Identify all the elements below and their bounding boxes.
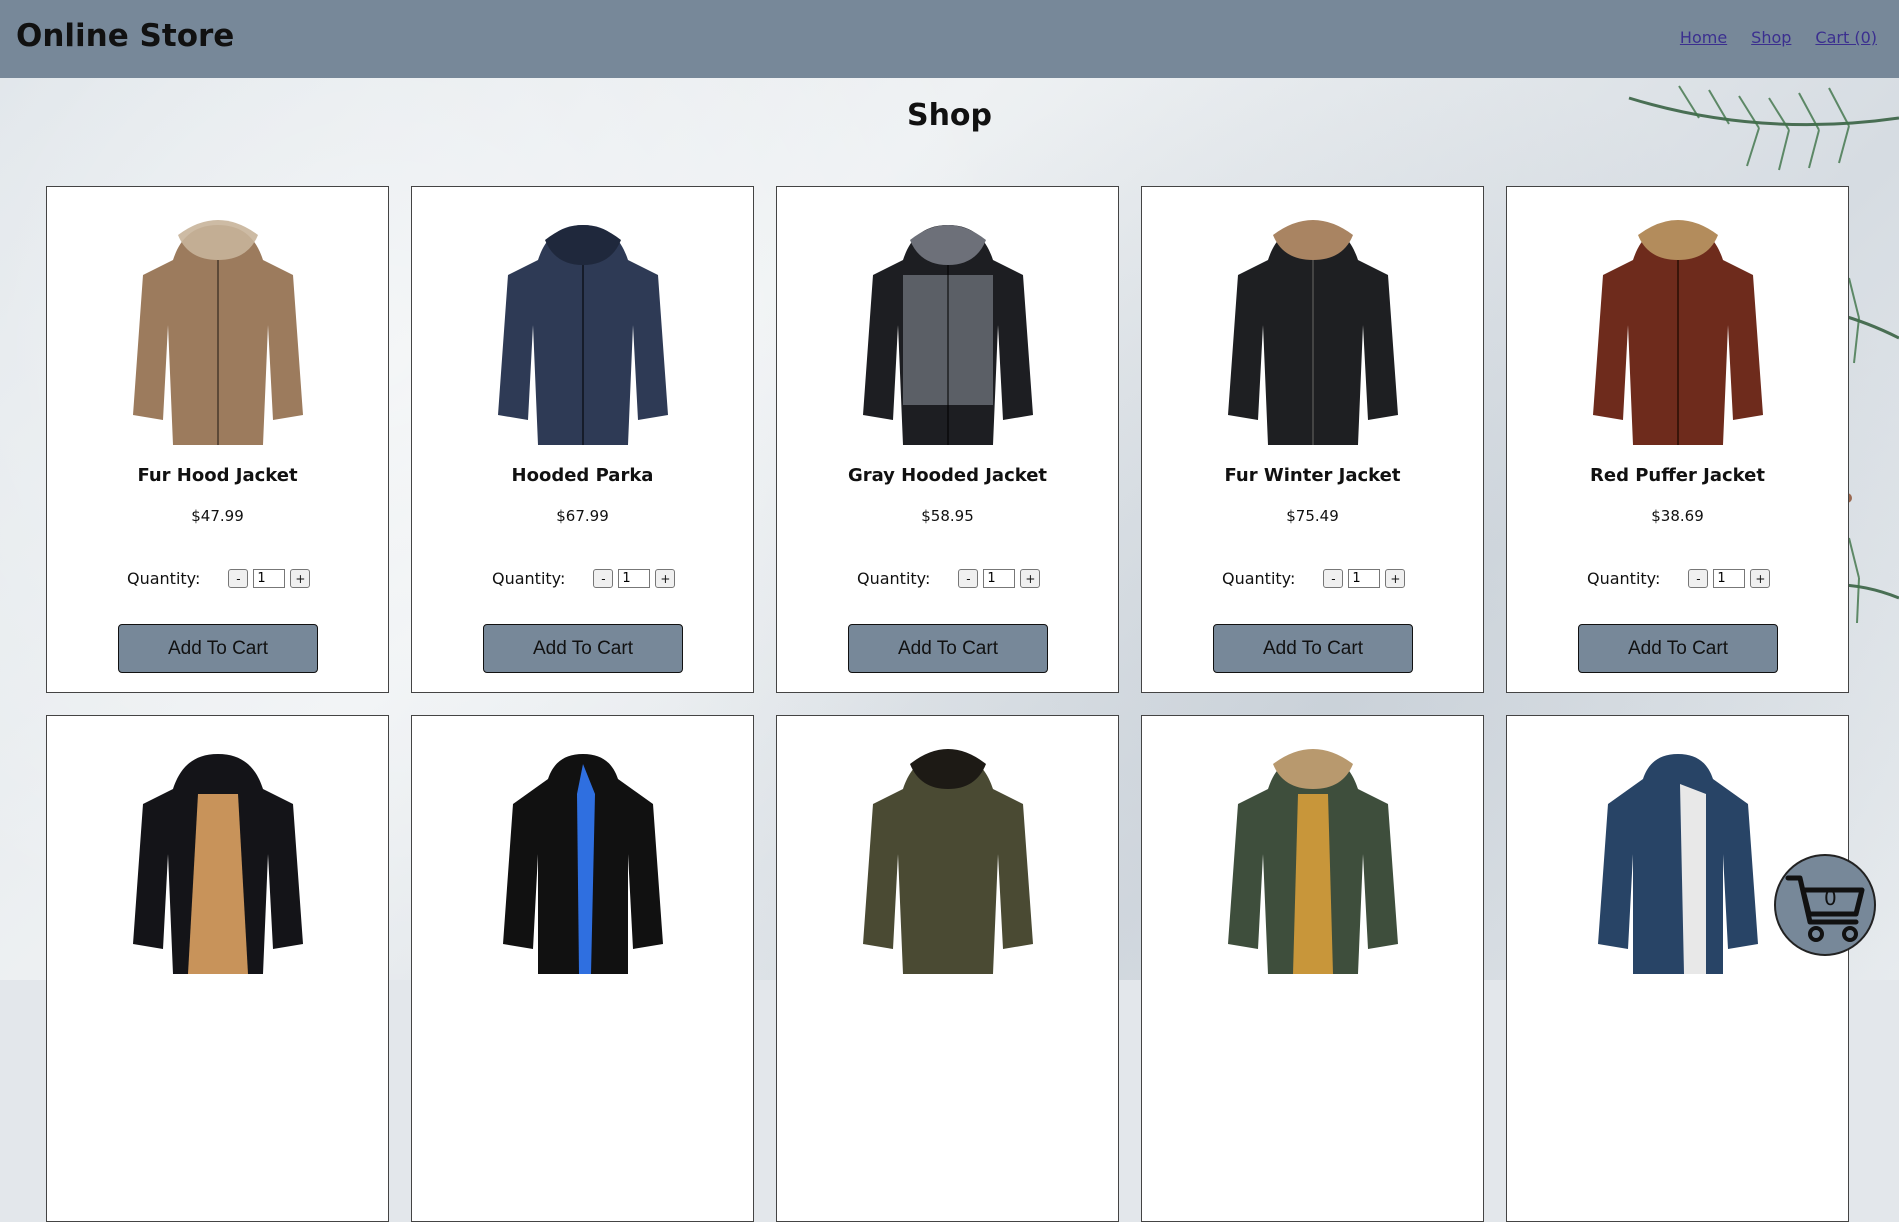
quantity-label: Quantity:	[857, 569, 931, 588]
floating-cart-button[interactable]: 0	[1774, 854, 1876, 956]
main-nav: Home Shop Cart (0)	[1680, 28, 1877, 47]
jacket-illustration	[862, 749, 1033, 974]
jacket-illustration	[132, 754, 303, 974]
quantity-control: Quantity: - +	[1222, 569, 1406, 588]
product-card	[411, 715, 754, 1222]
product-price: $58.95	[921, 507, 974, 525]
quantity-label: Quantity:	[1222, 569, 1296, 588]
quantity-increase-button[interactable]: +	[290, 569, 311, 588]
quantity-decrease-button[interactable]: -	[1688, 569, 1709, 588]
quantity-label: Quantity:	[127, 569, 201, 588]
site-header: Online Store Home Shop Cart (0)	[0, 0, 1899, 78]
quantity-control: Quantity: - +	[127, 569, 311, 588]
jacket-illustration	[862, 225, 1033, 445]
product-name: Hooded Parka	[511, 465, 654, 486]
product-price: $75.49	[1286, 507, 1339, 525]
product-name: Fur Hood Jacket	[137, 465, 298, 486]
product-card	[776, 715, 1119, 1222]
jacket-illustration	[132, 220, 303, 445]
product-card: Red Puffer Jacket $38.69 Quantity: - + A…	[1506, 186, 1849, 693]
quantity-input[interactable]	[253, 569, 286, 588]
jacket-illustration	[1227, 749, 1398, 974]
quantity-input[interactable]	[983, 569, 1016, 588]
jacket-illustration	[497, 225, 668, 445]
quantity-increase-button[interactable]: +	[1385, 569, 1406, 588]
product-image[interactable]	[47, 205, 388, 450]
nav-link-shop[interactable]: Shop	[1751, 28, 1791, 47]
jacket-illustration	[1597, 754, 1758, 974]
product-card	[1141, 715, 1484, 1222]
quantity-input[interactable]	[1713, 569, 1746, 588]
add-to-cart-button[interactable]: Add To Cart	[848, 624, 1048, 673]
cart-count-badge: 0	[1824, 886, 1837, 910]
product-card	[46, 715, 389, 1222]
quantity-decrease-button[interactable]: -	[228, 569, 249, 588]
product-image[interactable]	[1142, 734, 1483, 979]
quantity-increase-button[interactable]: +	[1750, 569, 1771, 588]
nav-link-cart[interactable]: Cart (0)	[1815, 28, 1877, 47]
product-image[interactable]	[412, 734, 753, 979]
product-price: $47.99	[191, 507, 244, 525]
product-price: $38.69	[1651, 507, 1704, 525]
product-image[interactable]	[1507, 205, 1848, 450]
quantity-input[interactable]	[1348, 569, 1381, 588]
add-to-cart-button[interactable]: Add To Cart	[118, 624, 318, 673]
quantity-decrease-button[interactable]: -	[1323, 569, 1344, 588]
page-title: Shop	[906, 98, 993, 133]
product-image[interactable]	[47, 734, 388, 979]
jacket-illustration	[502, 754, 663, 974]
jacket-illustration	[1592, 220, 1763, 445]
site-brand: Online Store	[16, 18, 235, 54]
quantity-increase-button[interactable]: +	[1020, 569, 1041, 588]
product-card: Fur Winter Jacket $75.49 Quantity: - + A…	[1141, 186, 1484, 693]
quantity-label: Quantity:	[492, 569, 566, 588]
product-card: Gray Hooded Jacket $58.95 Quantity: - + …	[776, 186, 1119, 693]
add-to-cart-button[interactable]: Add To Cart	[483, 624, 683, 673]
quantity-control: Quantity: - +	[492, 569, 676, 588]
quantity-control: Quantity: - +	[857, 569, 1041, 588]
product-name: Gray Hooded Jacket	[847, 465, 1048, 486]
quantity-decrease-button[interactable]: -	[958, 569, 979, 588]
quantity-control: Quantity: - +	[1587, 569, 1771, 588]
nav-link-home[interactable]: Home	[1680, 28, 1727, 47]
add-to-cart-button[interactable]: Add To Cart	[1578, 624, 1778, 673]
product-image[interactable]	[1142, 205, 1483, 450]
quantity-label: Quantity:	[1587, 569, 1661, 588]
add-to-cart-button[interactable]: Add To Cart	[1213, 624, 1413, 673]
quantity-increase-button[interactable]: +	[655, 569, 676, 588]
quantity-decrease-button[interactable]: -	[593, 569, 614, 588]
product-card: Hooded Parka $67.99 Quantity: - + Add To…	[411, 186, 754, 693]
product-image[interactable]	[777, 205, 1118, 450]
product-card	[1506, 715, 1849, 1222]
product-image[interactable]	[412, 205, 753, 450]
product-card: Fur Hood Jacket $47.99 Quantity: - + Add…	[46, 186, 389, 693]
product-image[interactable]	[777, 734, 1118, 979]
product-price: $67.99	[556, 507, 609, 525]
product-name: Red Puffer Jacket	[1590, 465, 1765, 486]
jacket-illustration	[1227, 220, 1398, 445]
product-name: Fur Winter Jacket	[1224, 465, 1401, 486]
quantity-input[interactable]	[618, 569, 651, 588]
